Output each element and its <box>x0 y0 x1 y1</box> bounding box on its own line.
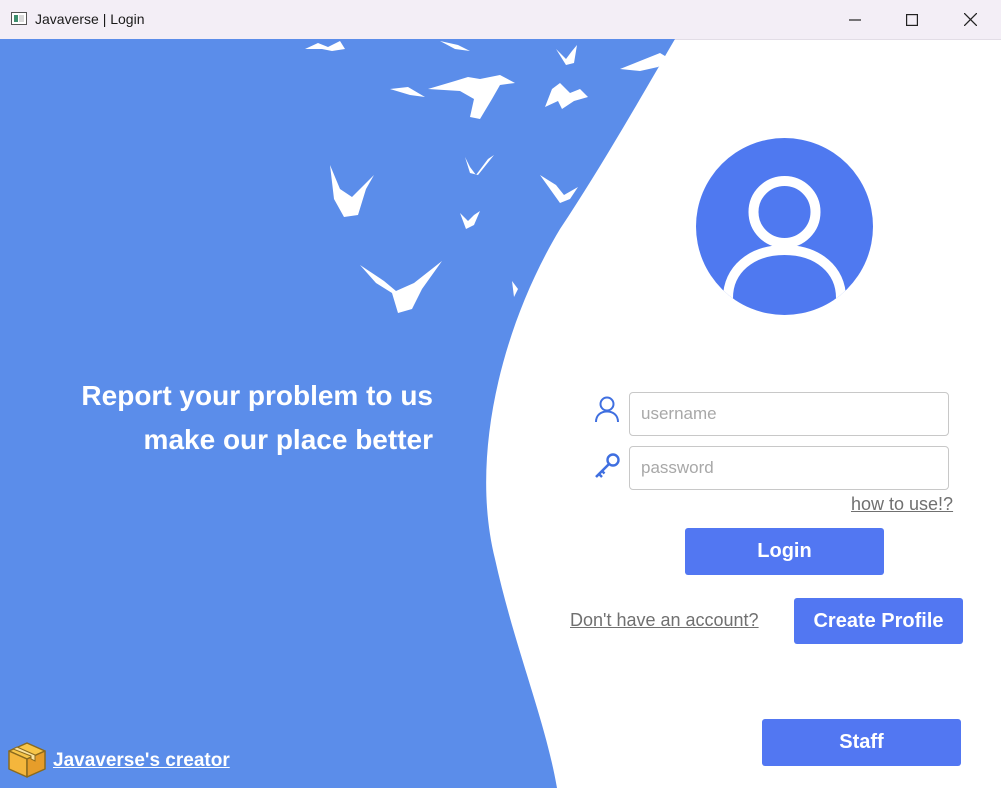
tagline: Report your problem to us make our place… <box>40 374 433 462</box>
login-button[interactable]: Login <box>685 528 884 575</box>
how-to-use-link[interactable]: how to use!? <box>851 494 953 515</box>
window-title: Javaverse | Login <box>35 11 145 27</box>
minimize-icon <box>849 18 861 21</box>
minimize-button[interactable] <box>826 0 884 39</box>
maximize-icon <box>906 13 918 26</box>
close-button[interactable] <box>941 0 999 39</box>
user-avatar <box>696 138 873 315</box>
no-account-link[interactable]: Don't have an account? <box>570 610 759 631</box>
create-profile-button[interactable]: Create Profile <box>794 598 963 644</box>
password-input[interactable] <box>629 446 949 490</box>
tagline-line-1: Report your problem to us <box>81 380 433 411</box>
title-bar: Javaverse | Login <box>0 0 1001 40</box>
maximize-button[interactable] <box>883 0 941 39</box>
key-icon <box>595 453 620 478</box>
username-input[interactable] <box>629 392 949 436</box>
package-box-icon <box>8 742 46 778</box>
staff-button[interactable]: Staff <box>762 719 961 766</box>
tagline-line-2: make our place better <box>143 424 433 455</box>
close-icon <box>963 13 977 26</box>
user-icon <box>595 396 619 423</box>
creator-link[interactable]: Javaverse's creator <box>53 750 230 772</box>
app-icon <box>11 12 27 25</box>
login-window: Javaverse | Login Report your problem to… <box>0 0 1001 788</box>
user-avatar-icon <box>723 176 846 315</box>
